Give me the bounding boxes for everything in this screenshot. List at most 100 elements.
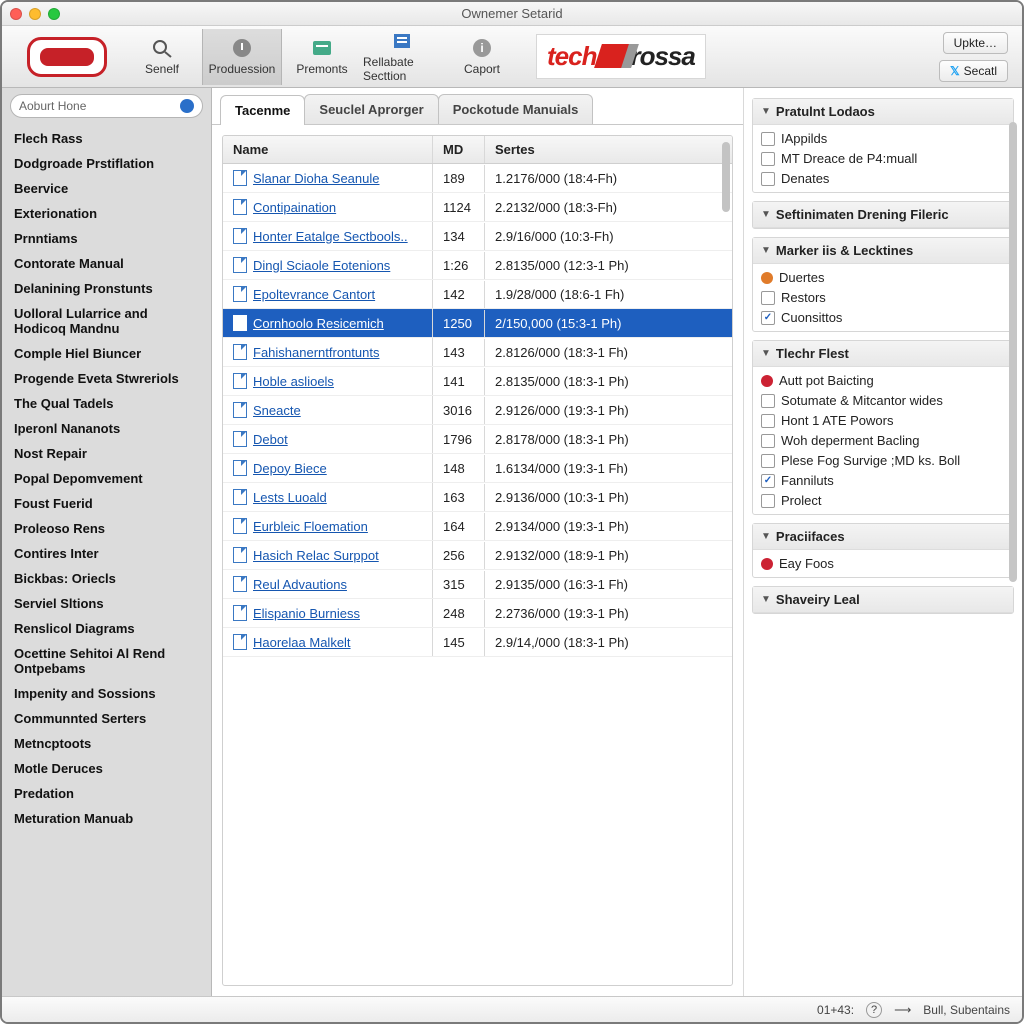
toolbar-caport-button[interactable]: iCaport xyxy=(442,29,522,85)
sidebar-item[interactable]: Popal Depomvement xyxy=(2,466,211,491)
col-md-header[interactable]: MD xyxy=(433,136,485,163)
panel-item[interactable]: Eay Foos xyxy=(761,556,1005,571)
sidebar-item[interactable]: Uolloral Lularrice and Hodicoq Mandnu xyxy=(2,301,211,341)
sidebar-item[interactable]: Beervice xyxy=(2,176,211,201)
panel-item[interactable]: Autt pot Baicting xyxy=(761,373,1005,388)
sidebar-item[interactable]: Comple Hiel Biuncer xyxy=(2,341,211,366)
tab[interactable]: Pockotude Manuials xyxy=(438,94,594,124)
sidebar-item[interactable]: Predation xyxy=(2,781,211,806)
table-row[interactable]: Cornhoolo Resicemich12502/150,000 (15:3-… xyxy=(223,309,732,338)
panel-item[interactable]: Plese Fog Survige ;MD ks. Boll xyxy=(761,453,1005,468)
table-row[interactable]: Sneacte30162.9126/000 (19:3-1 Ph) xyxy=(223,396,732,425)
sidebar-item[interactable]: Prnntiams xyxy=(2,226,211,251)
col-sertes-header[interactable]: Sertes xyxy=(485,136,732,163)
sidebar-item[interactable]: Nost Repair xyxy=(2,441,211,466)
sidebar-item[interactable]: Metncptoots xyxy=(2,731,211,756)
maximize-icon[interactable] xyxy=(48,8,60,20)
sidebar-item[interactable]: Iperonl Nananots xyxy=(2,416,211,441)
sidebar-item[interactable]: The Qual Tadels xyxy=(2,391,211,416)
sidebar-item[interactable]: Exterionation xyxy=(2,201,211,226)
panel-item[interactable]: Denates xyxy=(761,171,1005,186)
checkbox[interactable] xyxy=(761,454,775,468)
panel-item[interactable]: Woh deperment Bacling xyxy=(761,433,1005,448)
sidebar-item[interactable]: Bickbas: Oriecls xyxy=(2,566,211,591)
col-name-header[interactable]: Name xyxy=(223,136,433,163)
table-row[interactable]: Eurbleic Floemation1642.9134/000 (19:3-1… xyxy=(223,512,732,541)
sidebar-item[interactable]: Dodgroade Prstiflation xyxy=(2,151,211,176)
checkbox[interactable] xyxy=(761,311,775,325)
table-row[interactable]: Epoltevrance Cantort1421.9/28/000 (18:6-… xyxy=(223,280,732,309)
table-row[interactable]: Hoble aslioels1412.8135/000 (18:3-1 Ph) xyxy=(223,367,732,396)
sidebar-search[interactable]: Aoburt Hone xyxy=(10,94,203,118)
sidebar-item[interactable]: Communnted Serters xyxy=(2,706,211,731)
panel-header[interactable]: ▼Pratulnt Lodaos xyxy=(753,99,1013,125)
checkbox[interactable] xyxy=(761,434,775,448)
row-name: Fahishanerntfrontunts xyxy=(253,345,379,360)
panel-item[interactable]: Prolect xyxy=(761,493,1005,508)
table-row[interactable]: Contipaination11242.2132/000 (18:3-Fh) xyxy=(223,193,732,222)
sidebar-item[interactable]: Progende Eveta Stwreriols xyxy=(2,366,211,391)
sidebar-item[interactable]: Contires Inter xyxy=(2,541,211,566)
toolbar-buttons: SenelfProduessionPremontsRellabate Sectt… xyxy=(122,29,522,85)
sidebar-item[interactable]: Foust Fuerid xyxy=(2,491,211,516)
sidebar-item[interactable]: Contorate Manual xyxy=(2,251,211,276)
table-row[interactable]: Dingl Sciaole Eotenions1:262.8135/000 (1… xyxy=(223,251,732,280)
panel-header[interactable]: ▼Shaveiry Leal xyxy=(753,587,1013,613)
minimize-icon[interactable] xyxy=(29,8,41,20)
table-row[interactable]: Haorelaa Malkelt1452.9/14,/000 (18:3-1 P… xyxy=(223,628,732,657)
panel-header[interactable]: ▼Marker iis & Lecktines xyxy=(753,238,1013,264)
row-md: 189 xyxy=(433,165,485,192)
checkbox[interactable] xyxy=(761,152,775,166)
table-row[interactable]: Slanar Dioha Seanule1891.2176/000 (18:4-… xyxy=(223,164,732,193)
table-row[interactable]: Depoy Biece1481.6134/000 (19:3-1 Fh) xyxy=(223,454,732,483)
panel-section: ▼Marker iis & Lecktines Duertes Restors Cuo… xyxy=(752,237,1014,332)
panel-item[interactable]: Restors xyxy=(761,290,1005,305)
checkbox[interactable] xyxy=(761,172,775,186)
table-row[interactable]: Lests Luoald1632.9136/000 (10:3-1 Ph) xyxy=(223,483,732,512)
help-icon[interactable]: ? xyxy=(866,1002,882,1018)
sidebar-item[interactable]: Serviel Sltions xyxy=(2,591,211,616)
table-row[interactable]: Reul Advautions3152.9135/000 (16:3-1 Fh) xyxy=(223,570,732,599)
sidebar-item[interactable]: Proleoso Rens xyxy=(2,516,211,541)
sidebar-item[interactable]: Meturation Manuab xyxy=(2,806,211,831)
table-row[interactable]: Elispanio Burniess2482.2736/000 (19:3-1 … xyxy=(223,599,732,628)
sidebar-item[interactable]: Flech Rass xyxy=(2,126,211,151)
toolbar-prod-button[interactable]: Produession xyxy=(202,29,282,85)
update-button[interactable]: Upkte… xyxy=(943,32,1008,54)
toolbar-prem-button[interactable]: Premonts xyxy=(282,29,362,85)
sidebar-item[interactable]: Impenity and Sossions xyxy=(2,681,211,706)
panel-item[interactable]: Fanniluts xyxy=(761,473,1005,488)
panel-header[interactable]: ▼Seftinimaten Drening Fileric xyxy=(753,202,1013,228)
sidebar-item[interactable]: Renslicol Diagrams xyxy=(2,616,211,641)
table-row[interactable]: Hasich Relac Surppot2562.9132/000 (18:9-… xyxy=(223,541,732,570)
checkbox[interactable] xyxy=(761,132,775,146)
sidebar-item[interactable]: Motle Deruces xyxy=(2,756,211,781)
panel-header[interactable]: ▼Praciifaces xyxy=(753,524,1013,550)
panel-item[interactable]: Duertes xyxy=(761,270,1005,285)
checkbox[interactable] xyxy=(761,414,775,428)
close-icon[interactable] xyxy=(10,8,22,20)
panel-header[interactable]: ▼Tlechr Flest xyxy=(753,341,1013,367)
search-icon xyxy=(180,99,194,113)
checkbox[interactable] xyxy=(761,291,775,305)
table-row[interactable]: Debot17962.8178/000 (18:3-1 Ph) xyxy=(223,425,732,454)
table-row[interactable]: Fahishanerntfrontunts1432.8126/000 (18:3… xyxy=(223,338,732,367)
checkbox[interactable] xyxy=(761,474,775,488)
panel-item[interactable]: Cuonsittos xyxy=(761,310,1005,325)
checkbox[interactable] xyxy=(761,494,775,508)
caret-icon: ▼ xyxy=(761,106,771,117)
table-row[interactable]: Honter Eatalge Sectbools..1342.9/16/000 … xyxy=(223,222,732,251)
panel-item[interactable]: Hont 1 ATE Powors xyxy=(761,413,1005,428)
panel-item[interactable]: IAppilds xyxy=(761,131,1005,146)
sidebar-item[interactable]: Ocettine Sehitoi Al Rend Ontpebams xyxy=(2,641,211,681)
sidebar-item[interactable]: Delanining Pronstunts xyxy=(2,276,211,301)
tab[interactable]: Tacenme xyxy=(220,95,305,125)
checkbox[interactable] xyxy=(761,394,775,408)
toolbar-senelf-button[interactable]: Senelf xyxy=(122,29,202,85)
panel-item[interactable]: MT Dreace de P4:muall xyxy=(761,151,1005,166)
social-button[interactable]: 𝕏Secatl xyxy=(939,60,1008,82)
table-scrollbar[interactable] xyxy=(722,142,730,212)
toolbar-relab-button[interactable]: Rellabate Secttion xyxy=(362,29,442,85)
tab[interactable]: Seuclel Aprorger xyxy=(304,94,438,124)
panel-item[interactable]: Sotumate & Mitcantor wides xyxy=(761,393,1005,408)
